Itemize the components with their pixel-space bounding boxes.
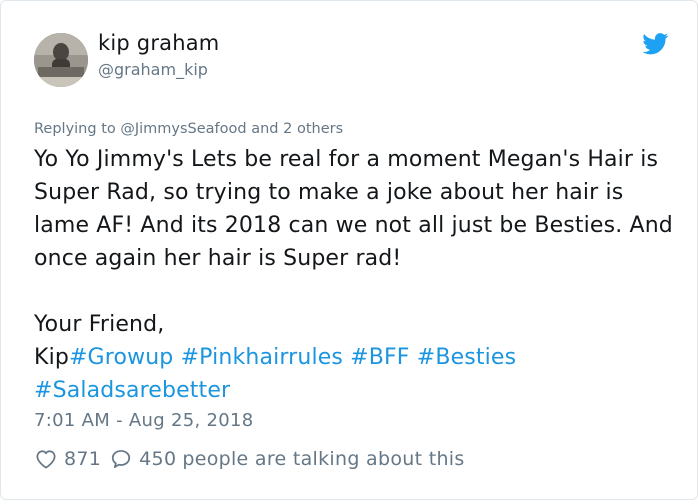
twitter-bird-icon[interactable] — [642, 33, 669, 55]
tweet-signature-line: Kip#Growup #Pinkhairrules #BFF #Besties … — [34, 341, 674, 407]
hashtag-link[interactable]: #Growup — [69, 345, 173, 370]
hashtag-link[interactable]: #Saladsarebetter — [34, 378, 230, 403]
author-handle[interactable]: @graham_kip — [98, 60, 208, 79]
avatar[interactable] — [34, 33, 88, 87]
hashtag-link[interactable]: #BFF — [350, 345, 409, 370]
avatar-photo — [34, 33, 88, 87]
like-count[interactable]: 871 — [64, 448, 101, 470]
tweet-text: Yo Yo Jimmy's Lets be real for a moment … — [34, 143, 674, 407]
tweet-card: kip graham @graham_kip Replying to @Jimm… — [0, 0, 698, 500]
reply-prefix: Replying to — [34, 121, 121, 137]
reply-mention-link[interactable]: @JimmysSeafood — [120, 121, 246, 137]
talking-text[interactable]: people are talking about this — [182, 448, 464, 470]
tweet-sign-off: Your Friend, — [34, 312, 165, 337]
author-name[interactable]: kip graham — [98, 31, 219, 55]
hashtag-link[interactable]: #Besties — [417, 345, 516, 370]
reply-count[interactable]: 450 — [139, 448, 176, 470]
signature: Kip — [34, 345, 69, 370]
reply-suffix[interactable]: and 2 others — [247, 121, 343, 137]
reply-context: Replying to @JimmysSeafood and 2 others — [34, 121, 343, 137]
speech-bubble-icon[interactable] — [109, 447, 133, 471]
hashtag-link[interactable]: #Pinkhairrules — [181, 345, 343, 370]
tweet-timestamp[interactable]: 7:01 AM - Aug 25, 2018 — [34, 410, 254, 431]
tweet-paragraph: Yo Yo Jimmy's Lets be real for a moment … — [34, 147, 673, 271]
tweet-actions: 871 450 people are talking about this — [34, 447, 465, 471]
heart-icon[interactable] — [34, 447, 58, 471]
